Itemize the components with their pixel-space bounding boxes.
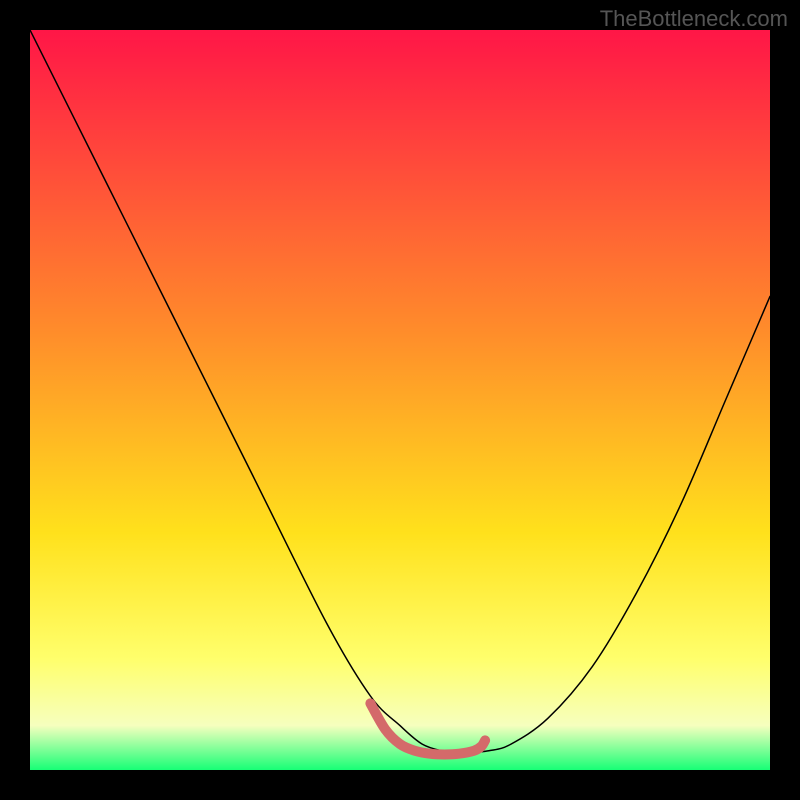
chart-svg xyxy=(30,30,770,770)
chart-background xyxy=(30,30,770,770)
chart-plot-area xyxy=(30,30,770,770)
watermark-text: TheBottleneck.com xyxy=(600,6,788,32)
